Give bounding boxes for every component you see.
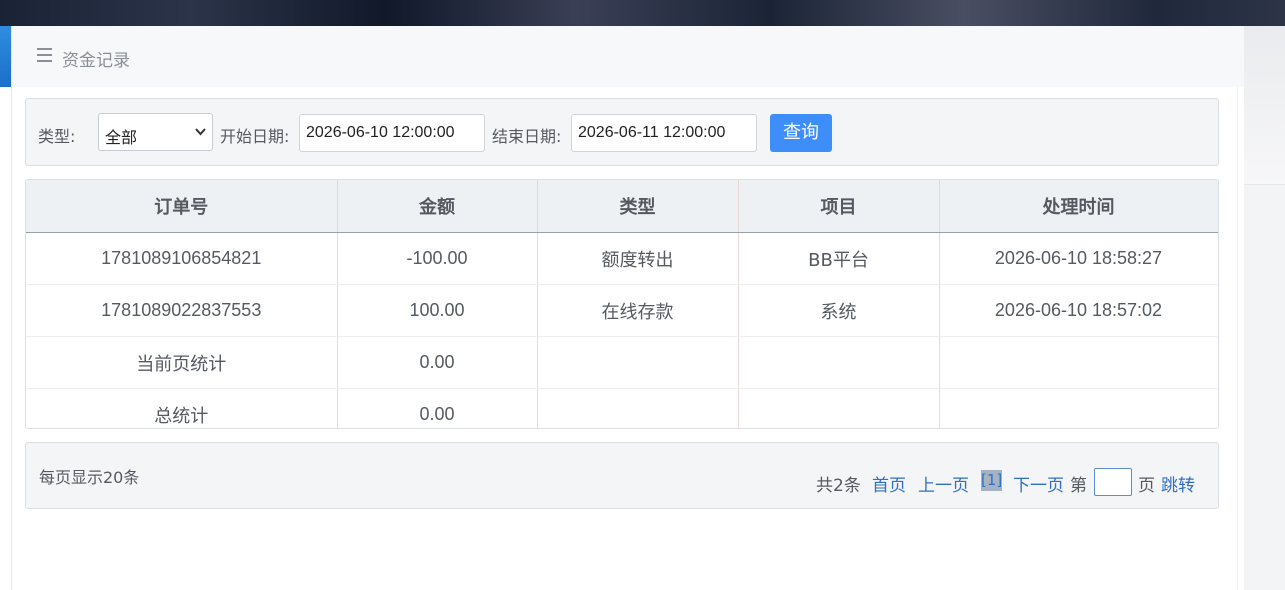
order-no-cell: 1781089022837553 [26,284,338,337]
jump-link[interactable]: 跳转 [1161,471,1195,496]
amount-cell: -100.00 [337,232,538,285]
records-table: 订单号 金额 类型 项目 处理时间 1781089106854821 -100.… [25,179,1219,429]
total-summary-row: 总统计 0.00 [26,388,1218,428]
current-page-indicator: [1] [981,470,1003,491]
page-suffix: 页 [1138,476,1155,496]
active-tab-indicator [0,26,11,87]
type-cell: 在线存款 [537,284,739,337]
empty-cell [939,388,1218,428]
hamburger-icon[interactable] [37,48,52,62]
column-header-item: 项目 [738,180,940,233]
chevron-down-icon [195,124,206,142]
table-header-row: 订单号 金额 类型 项目 处理时间 [26,180,1218,233]
item-cell: 系统 [738,284,940,337]
page-title: 资金记录 [62,51,130,71]
page-prefix: 第 [1070,476,1087,496]
empty-cell [537,336,739,389]
type-label: 类型: [38,127,76,146]
type-cell: 额度转出 [537,232,739,285]
type-select[interactable]: 全部 [98,113,213,151]
amount-cell: 100.00 [337,284,538,337]
item-cell: BB平台 [738,232,940,285]
type-select-value: 全部 [105,128,138,147]
total-label-cell: 总统计 [26,388,338,428]
empty-cell [738,336,940,389]
summary-label-cell: 当前页统计 [26,336,338,389]
column-header-order-no: 订单号 [26,180,338,233]
start-date-label: 开始日期: [220,127,290,146]
summary-amount-cell: 0.00 [337,336,538,389]
background-strip [0,0,1285,26]
background-right-header [1243,26,1285,185]
column-header-type: 类型 [537,180,739,233]
total-amount-cell: 0.00 [337,388,538,428]
page-number-input[interactable] [1094,468,1132,496]
table-row: 1781089106854821 -100.00 额度转出 BB平台 2026-… [26,232,1218,285]
table-row: 1781089022837553 100.00 在线存款 系统 2026-06-… [26,284,1218,337]
column-header-amount: 金额 [337,180,538,233]
pagination-bar: 每页显示20条 共2条 首页 上一页 [1] 下一页 第 页 跳转 [25,442,1219,509]
first-page-link[interactable]: 首页 [872,471,906,496]
total-count: 共2条 [816,476,861,496]
prev-page-link[interactable]: 上一页 [918,471,969,496]
empty-cell [738,388,940,428]
empty-cell [939,336,1218,389]
time-cell: 2026-06-10 18:58:27 [939,232,1218,285]
panel-header: 资金记录 [12,26,1244,87]
end-date-label: 结束日期: [492,127,562,146]
start-date-input[interactable]: 2026-06-10 12:00:00 [299,114,485,152]
empty-cell [537,388,739,428]
filter-bar: 类型: 全部 开始日期: 2026-06-10 12:00:00 结束日期: 2… [25,98,1219,166]
per-page-text: 每页显示20条 [39,468,140,487]
next-page-link[interactable]: 下一页 [1013,471,1064,496]
query-button[interactable]: 查询 [770,114,832,152]
end-date-input[interactable]: 2026-06-11 12:00:00 [571,114,757,152]
fund-records-panel: 资金记录 类型: 全部 开始日期: 2026-06-10 12:00:00 结束… [11,26,1244,590]
time-cell: 2026-06-10 18:57:02 [939,284,1218,337]
page-summary-row: 当前页统计 0.00 [26,336,1218,389]
order-no-cell: 1781089106854821 [26,232,338,285]
column-header-time: 处理时间 [939,180,1218,233]
